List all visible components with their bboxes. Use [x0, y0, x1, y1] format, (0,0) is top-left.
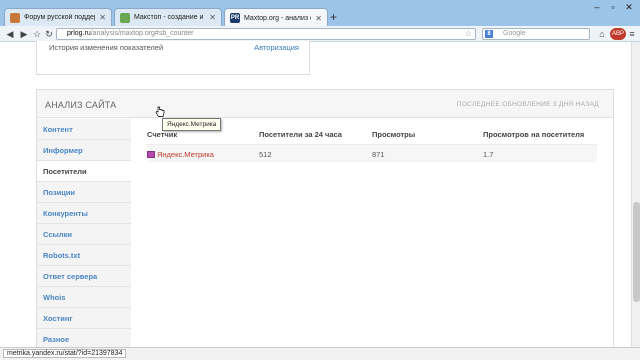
forum-favicon-icon — [10, 12, 20, 23]
history-panel: История изменения показателей Авторизаци… — [36, 41, 310, 75]
sidebar-item-whois[interactable]: Whois — [37, 287, 131, 308]
prlog-favicon-icon: PR — [230, 13, 240, 23]
analysis-header: АНАЛИЗ САЙТА ПОСЛЕДНЕЕ ОБНОВЛЕНИЕ 3 ДНЯ … — [37, 90, 613, 118]
views-cell: 871 — [372, 150, 385, 159]
scrollbar-thumb[interactable] — [633, 202, 640, 302]
status-url: metrika.yandex.ru/stat/?id=21397834 — [3, 349, 127, 358]
sidebar-item-links[interactable]: Ссылки — [37, 224, 131, 245]
sidebar-item-visitors[interactable]: Посетители — [37, 161, 132, 182]
minimize-icon[interactable]: – — [590, 2, 604, 12]
tab-makstop[interactable]: Макстоп - создание и раз... ✕ — [114, 8, 222, 26]
close-icon[interactable]: ✕ — [209, 13, 216, 22]
analysis-title: АНАЛИЗ САЙТА — [45, 100, 117, 110]
tab-label: Макстоп - создание и раз... — [134, 14, 205, 21]
maximize-icon[interactable]: ▫ — [606, 2, 620, 12]
tab-label: Форум русской поддержк... — [24, 14, 95, 21]
site-analysis-panel: АНАЛИЗ САЙТА ПОСЛЕДНЕЕ ОБНОВЛЕНИЕ 3 ДНЯ … — [36, 89, 614, 354]
page-content: История изменения показателей Авторизаци… — [0, 41, 631, 354]
makstop-favicon-icon — [120, 12, 130, 23]
close-icon[interactable]: ✕ — [315, 14, 322, 23]
yandex-metrika-link[interactable]: Яндекс.Метрика — [157, 150, 214, 159]
column-header-views-per-visitor: Просмотров на посетителя — [483, 130, 585, 139]
column-header-visitors: Посетители за 24 часа — [259, 130, 342, 139]
yandex-metrika-icon — [147, 151, 155, 158]
menu-icon[interactable]: ≡ — [626, 28, 638, 40]
sidebar-item-hosting[interactable]: Хостинг — [37, 308, 131, 329]
history-row: История изменения показателей Авторизаци… — [49, 43, 299, 55]
analysis-sidebar: Контент Информер Посетители Позиции Конк… — [37, 119, 132, 354]
star-icon[interactable]: ☆ — [31, 28, 43, 40]
hand-cursor-icon — [155, 106, 165, 117]
sidebar-item-informer[interactable]: Информер — [37, 140, 131, 161]
address-bar[interactable]: prlog.ru/analysis/maxtop.org#sb_counter … — [56, 28, 476, 40]
counter-cell: Яндекс.Метрика — [147, 150, 214, 159]
close-icon[interactable]: ✕ — [99, 13, 106, 22]
back-icon[interactable]: ◀ — [4, 28, 16, 40]
sidebar-item-server-response[interactable]: Ответ сервера — [37, 266, 131, 287]
status-bar: metrika.yandex.ru/stat/?id=21397834 — [0, 347, 640, 360]
forward-icon[interactable]: ▶ — [18, 28, 30, 40]
adblock-icon[interactable]: ABP — [610, 28, 626, 40]
reload-icon[interactable]: ↻ — [43, 28, 55, 40]
title-bar: Форум русской поддержк... ✕ Макстоп - со… — [0, 0, 640, 27]
search-engine-icon[interactable]: 8 — [485, 30, 493, 38]
search-bar[interactable]: 8 Google — [482, 28, 590, 40]
search-placeholder: Google — [503, 30, 526, 37]
history-label: История изменения показателей — [49, 43, 164, 52]
sidebar-item-content[interactable]: Контент — [37, 119, 131, 140]
table-row: Яндекс.Метрика 512 871 1.7 — [147, 144, 597, 162]
sidebar-item-competitors[interactable]: Конкуренты — [37, 203, 131, 224]
tab-label: Maxtop.org - анализ сайта... — [244, 14, 311, 22]
sidebar-item-positions[interactable]: Позиции — [37, 182, 131, 203]
new-tab-button[interactable]: + — [330, 10, 337, 24]
url-path: /analysis/maxtop.org#sb_counter — [90, 30, 194, 37]
visitors-cell: 512 — [259, 150, 272, 159]
last-updated: ПОСЛЕДНЕЕ ОБНОВЛЕНИЕ 3 ДНЯ НАЗАД — [456, 101, 599, 108]
tooltip: Яндекс.Метрика — [162, 118, 222, 131]
url-host: prlog.ru — [67, 30, 91, 37]
bookmark-star-icon[interactable]: ☆ — [465, 29, 472, 39]
views-per-visitor-cell: 1.7 — [483, 150, 494, 159]
vertical-scrollbar[interactable] — [631, 42, 640, 347]
column-header-views: Просмотры — [372, 130, 416, 139]
window-close-icon[interactable]: ✕ — [622, 2, 636, 12]
sidebar-item-robots[interactable]: Robots.txt — [37, 245, 131, 266]
home-icon[interactable]: ⌂ — [596, 28, 608, 40]
auth-link[interactable]: Авторизация — [254, 43, 299, 52]
tab-forum[interactable]: Форум русской поддержк... ✕ — [4, 8, 112, 26]
tab-maxtop[interactable]: PR Maxtop.org - анализ сайта... ✕ — [224, 8, 328, 27]
column-header-counter: Счетчик — [147, 130, 178, 139]
nav-bar: ◀ ▶ ☆ ↻ prlog.ru/analysis/maxtop.org#sb_… — [0, 26, 640, 42]
